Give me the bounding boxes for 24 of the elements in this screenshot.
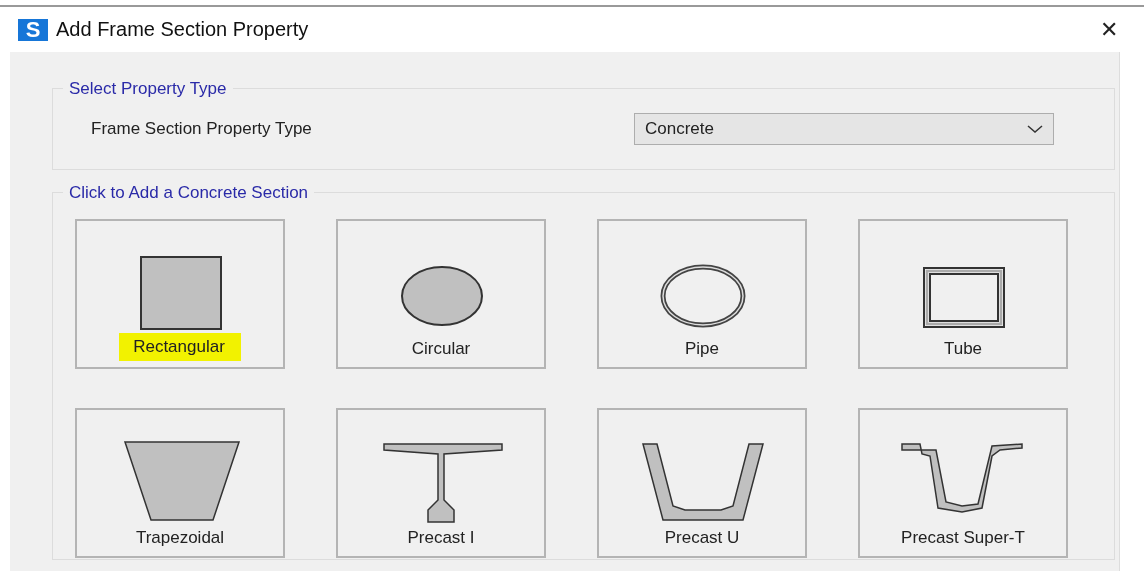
section-button[interactable]: Precast Super-T [858, 408, 1068, 558]
section-button[interactable]: Circular [336, 219, 546, 369]
section-button[interactable]: Rectangular [75, 219, 285, 369]
group-title: Select Property Type [63, 79, 233, 99]
section-button[interactable]: Precast U [597, 408, 807, 558]
property-type-dropdown[interactable]: Concrete [634, 113, 1054, 145]
window-title: Add Frame Section Property [56, 18, 310, 41]
section-button[interactable]: Tube [858, 219, 1068, 369]
section-button[interactable]: Pipe [597, 219, 807, 369]
field-label: Frame Section Property Type [91, 119, 313, 139]
chevron-down-icon [1027, 124, 1043, 134]
section-shape-icon [401, 266, 483, 326]
section-button[interactable]: Precast I [336, 408, 546, 558]
section-shape-icon [660, 264, 746, 328]
app-logo: S [18, 18, 48, 41]
section-shape-icon [923, 267, 1005, 328]
highlighted-label: Rectangular [119, 333, 241, 361]
section-shape-icon [140, 256, 222, 330]
section-shape-icon [901, 443, 1023, 513]
section-button[interactable]: Trapezoidal [75, 408, 285, 558]
section-shape-icon [383, 443, 503, 523]
section-shape-icon [123, 441, 241, 521]
close-button[interactable]: ✕ [1092, 16, 1126, 43]
section-shape-icon [642, 443, 764, 521]
